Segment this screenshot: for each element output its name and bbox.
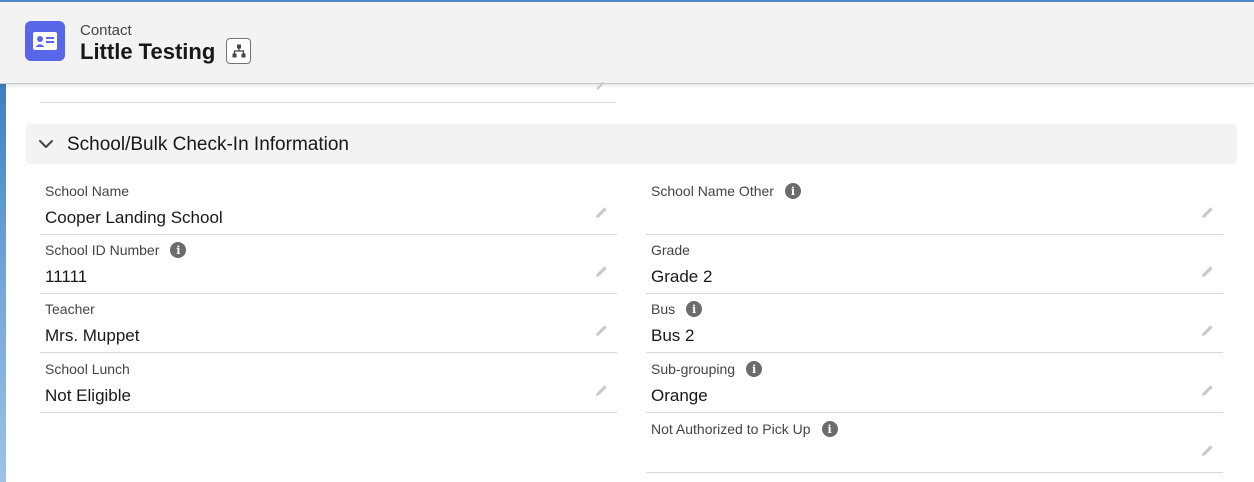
field-value: Orange — [651, 386, 708, 405]
field-school-name: School Name Cooper Landing School — [40, 175, 617, 235]
field-label: School Name Other i — [651, 183, 801, 199]
field-sub-grouping: Sub-grouping i Orange — [646, 353, 1223, 413]
field-label: Not Authorized to Pick Up i — [651, 421, 838, 437]
field-label: Teacher — [45, 301, 95, 317]
field-divider — [40, 102, 616, 103]
field-value: Grade 2 — [651, 267, 713, 286]
info-icon[interactable]: i — [746, 361, 763, 377]
object-label: Contact — [80, 22, 132, 39]
pencil-icon[interactable] — [1199, 264, 1215, 280]
field-grade: Grade Grade 2 — [646, 234, 1223, 294]
pencil-icon[interactable] — [593, 205, 609, 221]
field-value: Cooper Landing School — [45, 208, 223, 227]
field-school-lunch: School Lunch Not Eligible — [40, 353, 617, 413]
info-icon[interactable]: i — [686, 301, 703, 317]
field-label: School Name — [45, 183, 130, 199]
chevron-down-icon — [39, 140, 53, 148]
field-label: Grade — [651, 242, 690, 258]
pencil-icon[interactable] — [593, 264, 609, 280]
field-label: School Lunch — [45, 361, 130, 377]
pencil-icon[interactable] — [592, 80, 608, 92]
pencil-icon[interactable] — [1199, 323, 1215, 339]
field-label: School ID Number i — [45, 242, 187, 258]
pencil-icon[interactable] — [1199, 383, 1215, 399]
view-hierarchy-button[interactable] — [226, 38, 251, 64]
info-icon[interactable]: i — [170, 242, 187, 258]
background-strip — [0, 84, 6, 482]
record-title: Little Testing — [80, 39, 216, 64]
hierarchy-icon — [232, 44, 245, 58]
field-value: 11111 — [45, 267, 88, 286]
section-header-school-bulk-checkin[interactable]: School/Bulk Check-In Information — [26, 124, 1237, 164]
info-icon[interactable]: i — [821, 421, 838, 437]
field-teacher: Teacher Mrs. Muppet — [40, 293, 617, 353]
field-label: Bus i — [651, 301, 703, 317]
pencil-icon[interactable] — [1199, 443, 1215, 459]
pencil-icon[interactable] — [593, 383, 609, 399]
contact-card-icon — [25, 21, 65, 61]
record-header: Contact Little Testing — [0, 2, 1254, 84]
info-icon[interactable]: i — [784, 183, 801, 199]
section-title: School/Bulk Check-In Information — [67, 134, 349, 155]
field-school-id-number: School ID Number i 11111 — [40, 234, 617, 294]
field-value: Not Eligible — [45, 386, 131, 405]
field-label: Sub-grouping i — [651, 361, 763, 377]
pencil-icon[interactable] — [1199, 205, 1215, 221]
field-bus: Bus i Bus 2 — [646, 293, 1223, 353]
field-school-name-other: School Name Other i — [646, 175, 1223, 235]
field-value: Mrs. Muppet — [45, 326, 140, 345]
pencil-icon[interactable] — [593, 323, 609, 339]
field-not-authorized-to-pick-up: Not Authorized to Pick Up i — [646, 413, 1223, 473]
field-value: Bus 2 — [651, 326, 695, 345]
